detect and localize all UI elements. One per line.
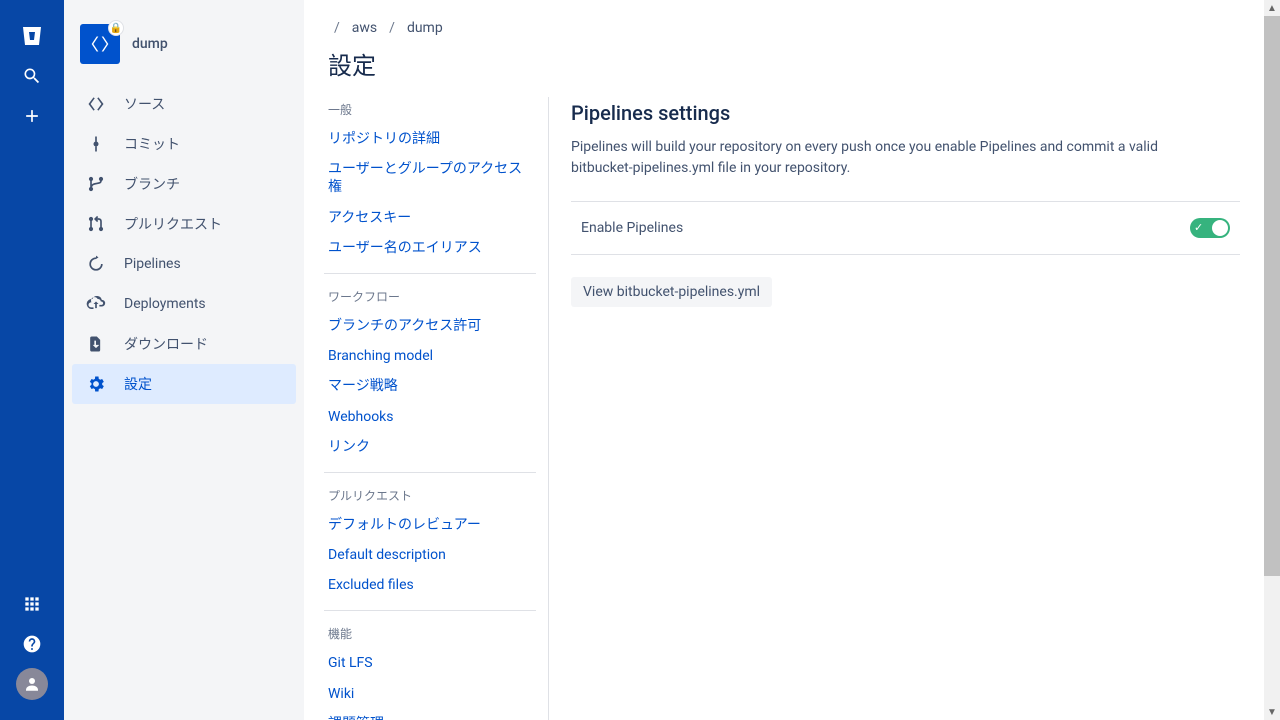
sidebar-item-label: Deployments (124, 296, 206, 312)
scroll-up-icon[interactable]: ▲ (1264, 0, 1280, 16)
sidebar-item-label: ブランチ (124, 174, 180, 194)
settings-link-access-keys[interactable]: アクセスキー (324, 203, 536, 233)
scroll-down-icon[interactable]: ▼ (1264, 704, 1280, 720)
settings-link-default-reviewers[interactable]: デフォルトのレビュアー (324, 510, 536, 540)
sidebar-item-label: コミット (124, 134, 180, 154)
add-icon[interactable] (16, 100, 48, 132)
sidebar-item-pullrequests[interactable]: プルリクエスト (72, 204, 296, 244)
sidebar-item-branches[interactable]: ブランチ (72, 164, 296, 204)
code-icon (84, 92, 108, 116)
settings-link-links[interactable]: リンク (324, 432, 536, 462)
settings-link-git-lfs[interactable]: Git LFS (324, 648, 536, 678)
settings-link-username-aliases[interactable]: ユーザー名のエイリアス (324, 233, 536, 263)
gear-icon (84, 372, 108, 396)
settings-nav: 一般 リポジトリの詳細 ユーザーとグループのアクセス権 アクセスキー ユーザー名… (324, 97, 549, 720)
apps-icon[interactable] (16, 588, 48, 620)
lock-icon: 🔒 (108, 20, 124, 36)
breadcrumb-sep: / (389, 20, 395, 36)
sidebar-item-pipelines[interactable]: Pipelines (72, 244, 296, 284)
download-icon (84, 332, 108, 356)
settings-group-title: 一般 (328, 101, 536, 118)
sidebar-item-settings[interactable]: 設定 (72, 364, 296, 404)
sidebar-item-deployments[interactable]: Deployments (72, 284, 296, 324)
settings-link-merge-strategies[interactable]: マージ戦略 (324, 371, 536, 401)
settings-link-webhooks[interactable]: Webhooks (324, 402, 536, 432)
sidebar-item-label: ダウンロード (124, 334, 208, 354)
repo-sidebar: 🔒 dump ソース コミット ブランチ プルリクエスト Pipelines D… (64, 0, 304, 720)
view-pipelines-yml-button[interactable]: View bitbucket-pipelines.yml (571, 277, 772, 307)
pipelines-icon (84, 252, 108, 276)
sidebar-item-downloads[interactable]: ダウンロード (72, 324, 296, 364)
breadcrumb-sep: / (334, 20, 340, 36)
sidebar-item-source[interactable]: ソース (72, 84, 296, 124)
settings-link-issues[interactable]: 課題管理 (324, 709, 536, 720)
sidebar-item-commits[interactable]: コミット (72, 124, 296, 164)
breadcrumb-parent[interactable]: aws (352, 20, 377, 36)
bitbucket-logo-icon[interactable] (16, 20, 48, 52)
repo-name: dump (132, 36, 168, 52)
settings-link-default-description[interactable]: Default description (324, 540, 536, 570)
settings-group-title: ワークフロー (328, 288, 536, 305)
pullrequest-icon (84, 212, 108, 236)
page-title: 設定 (324, 46, 1240, 81)
search-icon[interactable] (16, 60, 48, 92)
details-title: Pipelines settings (571, 101, 1240, 125)
enable-pipelines-row: Enable Pipelines ✓ (571, 202, 1240, 255)
check-icon: ✓ (1194, 221, 1203, 234)
repo-logo-icon: 🔒 (80, 24, 120, 64)
settings-link-branching-model[interactable]: Branching model (324, 341, 536, 371)
commit-icon (84, 132, 108, 156)
breadcrumb-current[interactable]: dump (407, 20, 443, 36)
breadcrumb: / aws / dump (324, 20, 1240, 36)
settings-link-branch-permissions[interactable]: ブランチのアクセス許可 (324, 311, 536, 341)
details-description: Pipelines will build your repository on … (571, 137, 1211, 179)
settings-details: Pipelines settings Pipelines will build … (549, 97, 1240, 720)
avatar[interactable] (16, 668, 48, 700)
sidebar-item-label: プルリクエスト (124, 214, 222, 234)
settings-group-title: プルリクエスト (328, 487, 536, 504)
scrollbar-thumb[interactable] (1264, 16, 1280, 576)
enable-pipelines-label: Enable Pipelines (571, 220, 683, 236)
enable-pipelines-toggle[interactable]: ✓ (1190, 218, 1230, 238)
toggle-knob (1212, 220, 1228, 236)
main-content: / aws / dump 設定 一般 リポジトリの詳細 ユーザーとグループのアク… (304, 0, 1280, 720)
settings-link-wiki[interactable]: Wiki (324, 679, 536, 709)
settings-link-excluded-files[interactable]: Excluded files (324, 570, 536, 600)
scrollbar[interactable]: ▲ ▼ (1264, 0, 1280, 720)
cloud-upload-icon (84, 292, 108, 316)
sidebar-item-label: 設定 (124, 374, 152, 394)
repo-header[interactable]: 🔒 dump (72, 24, 296, 84)
sidebar-item-label: ソース (124, 94, 165, 114)
settings-link-repo-details[interactable]: リポジトリの詳細 (324, 124, 536, 154)
global-rail (0, 0, 64, 720)
settings-group-title: 機能 (328, 625, 536, 642)
branch-icon (84, 172, 108, 196)
sidebar-item-label: Pipelines (124, 256, 181, 272)
help-icon[interactable] (16, 628, 48, 660)
settings-link-access[interactable]: ユーザーとグループのアクセス権 (324, 154, 536, 202)
